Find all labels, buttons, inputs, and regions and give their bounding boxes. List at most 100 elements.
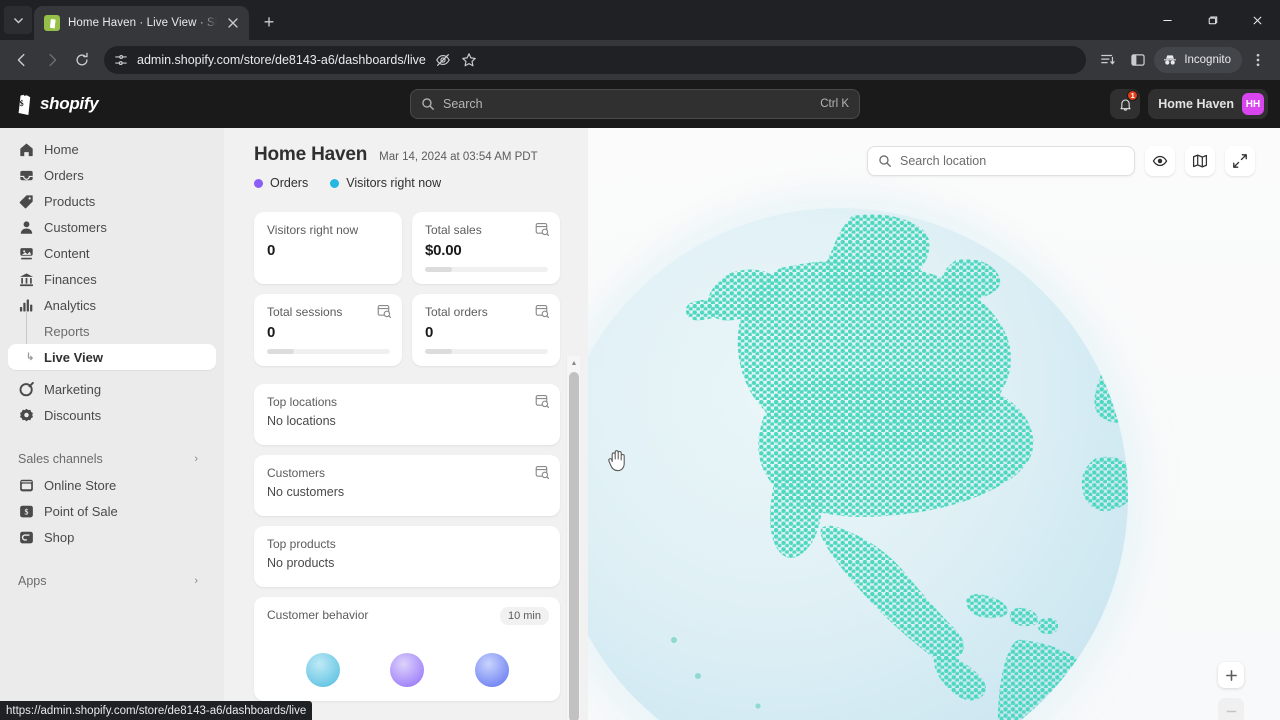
close-window-button[interactable] [1235, 0, 1280, 40]
card-visitors-right-now[interactable]: Visitors right now 0 [254, 212, 402, 284]
sidebar-item-shop[interactable]: Shop [8, 524, 216, 550]
sidebar-section-sales-channels[interactable]: Sales channels › [8, 446, 216, 472]
chrome-menu-button[interactable] [1244, 46, 1272, 74]
globe[interactable] [588, 208, 1128, 720]
search-shortcut-hint: Ctrl K [820, 98, 849, 110]
notifications-button[interactable]: 1 [1110, 89, 1141, 119]
new-tab-button[interactable]: + [255, 8, 283, 36]
globe-land-dots [588, 208, 1128, 720]
sidebar-item-customers[interactable]: Customers [8, 214, 216, 240]
incognito-indicator[interactable]: Incognito [1154, 47, 1242, 73]
card-label: Total sessions [267, 305, 343, 319]
address-bar[interactable]: admin.shopify.com/store/de8143-a6/dashbo… [104, 46, 1087, 74]
top-bar-actions: 1 Home Haven HH [1110, 89, 1268, 119]
sidebar-item-label: Discounts [44, 407, 102, 423]
legend-item-visitors[interactable]: Visitors right now [330, 176, 441, 190]
sidebar-item-home[interactable]: Home [8, 136, 216, 162]
scroll-up-arrow[interactable]: ▲ [567, 356, 581, 370]
bookmark-button[interactable] [461, 52, 477, 68]
sidebar-item-marketing[interactable]: Marketing [8, 376, 216, 402]
maximize-icon [1208, 16, 1218, 24]
avatar: HH [1242, 93, 1264, 115]
notification-count-badge: 1 [1127, 90, 1139, 101]
legend-dot-icon [330, 178, 340, 188]
card-customer-behavior[interactable]: Customer behavior 10 min [254, 597, 560, 701]
tab-search-button[interactable] [4, 6, 32, 34]
card-total-sessions[interactable]: Total sessions 0 [254, 294, 402, 366]
card-total-sales[interactable]: Total sales $0.00 [412, 212, 560, 284]
legend-item-orders[interactable]: Orders [254, 176, 308, 190]
tracking-protection-button[interactable] [435, 52, 451, 68]
card-label: Total orders [425, 305, 488, 319]
fullscreen-button[interactable] [1225, 146, 1255, 176]
search-icon [422, 98, 434, 110]
content-icon [18, 245, 34, 261]
view-report-icon[interactable] [535, 394, 550, 413]
map-style-button[interactable] [1185, 146, 1215, 176]
sidebar-item-live-view[interactable]: ↳ Live View [8, 344, 216, 370]
page-timestamp: Mar 14, 2024 at 03:54 AM PDT [379, 151, 538, 163]
view-report-icon[interactable] [535, 465, 550, 484]
side-panel-button[interactable] [1124, 46, 1152, 74]
zoom-in-button[interactable] [1218, 662, 1244, 688]
scrollbar-thumb[interactable] [569, 372, 579, 720]
reload-button[interactable] [68, 46, 96, 74]
maximize-button[interactable] [1190, 0, 1235, 40]
reload-icon [76, 52, 88, 66]
forward-arrow-icon [49, 53, 57, 67]
card-top-products[interactable]: Top products No products [254, 526, 560, 587]
marketing-icon [18, 381, 34, 397]
sidebar-section-label: Sales channels [18, 452, 103, 466]
card-customers[interactable]: Customers No customers [254, 455, 560, 516]
card-empty-state: No customers [267, 485, 345, 499]
sidebar-item-products[interactable]: Products [8, 188, 216, 214]
account-button[interactable]: Home Haven HH [1148, 89, 1268, 119]
minimize-button[interactable] [1145, 0, 1190, 40]
card-total-orders[interactable]: Total orders 0 [412, 294, 560, 366]
card-value: 0 [267, 324, 276, 341]
browser-tab[interactable]: Home Haven · Live View · Shopi [34, 6, 249, 40]
scrollbar[interactable]: ▲ ▼ [566, 356, 580, 720]
progress-track [425, 267, 548, 272]
close-icon[interactable] [225, 15, 241, 31]
shopify-logo[interactable]: $ shopify [12, 92, 99, 116]
sidebar-item-label: Products [44, 193, 96, 209]
sidebar-item-orders[interactable]: Orders [8, 162, 216, 188]
sidebar-item-reports[interactable]: Reports [8, 318, 216, 344]
sidebar-item-content[interactable]: Content [8, 240, 216, 266]
map-controls: Search location [867, 146, 1255, 176]
sidebar-subitem-label: Live View [44, 349, 104, 365]
location-search-input[interactable]: Search location [867, 146, 1135, 176]
downloads-button[interactable] [1094, 46, 1122, 74]
zoom-out-button[interactable] [1218, 698, 1244, 720]
card-top-locations[interactable]: Top locations No locations [254, 384, 560, 445]
sidebar-item-point-of-sale[interactable]: $ Point of Sale [8, 498, 216, 524]
sidebar-item-label: Finances [44, 271, 97, 287]
sidebar-item-label: Online Store [44, 477, 117, 493]
chevron-right-icon: › [194, 575, 198, 587]
view-report-icon[interactable] [535, 304, 550, 323]
back-button[interactable] [8, 46, 36, 74]
progress-track [425, 349, 548, 354]
orders-icon [18, 167, 34, 183]
funnel-circle-checkout [474, 653, 509, 687]
live-map[interactable]: Search location [588, 128, 1280, 720]
sidebar-item-analytics[interactable]: Analytics [8, 292, 216, 318]
global-search-input[interactable]: Search Ctrl K [410, 89, 860, 119]
search-icon [879, 155, 891, 167]
view-report-icon[interactable] [535, 222, 550, 241]
sidebar-item-label: Home [44, 141, 79, 157]
url-text: admin.shopify.com/store/de8143-a6/dashbo… [137, 53, 426, 67]
page-title: Home Haven [254, 144, 368, 165]
sidebar-section-apps[interactable]: Apps › [8, 568, 216, 594]
omnibox-actions [435, 52, 481, 68]
toggle-visibility-button[interactable] [1145, 146, 1175, 176]
global-search-placeholder: Search [443, 97, 483, 111]
progress-track [267, 349, 390, 354]
forward-button[interactable] [38, 46, 66, 74]
sidebar-item-discounts[interactable]: Discounts [8, 402, 216, 428]
sidebar-item-online-store[interactable]: Online Store [8, 472, 216, 498]
view-report-icon[interactable] [377, 304, 392, 323]
sidebar-item-finances[interactable]: Finances [8, 266, 216, 292]
